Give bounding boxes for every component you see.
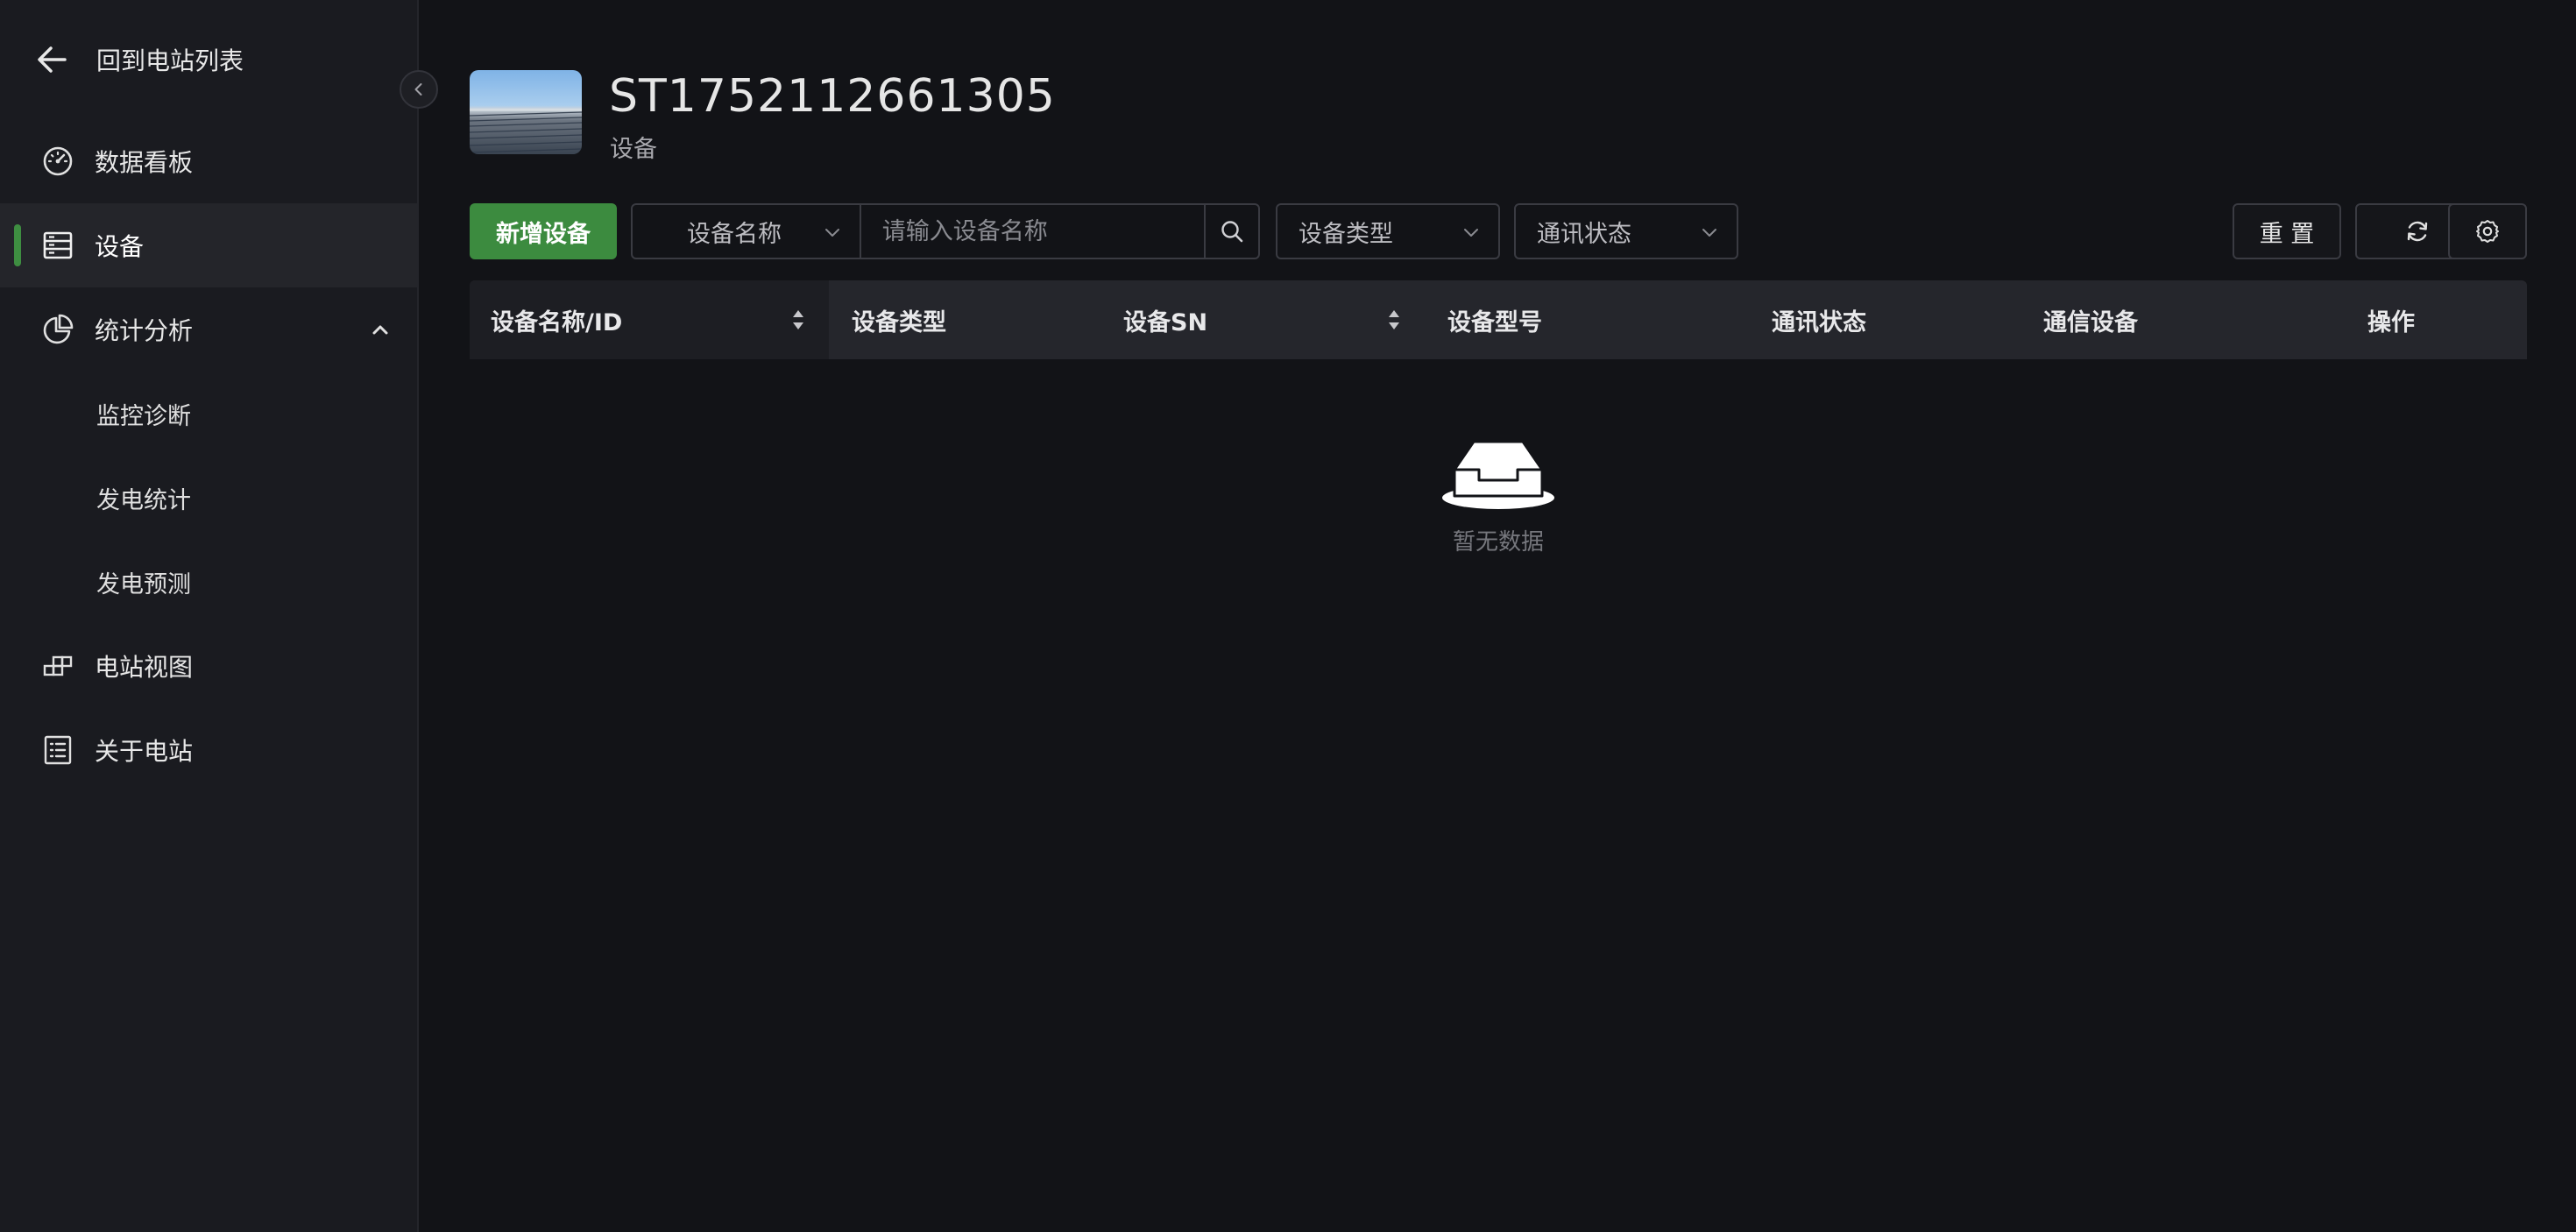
device-type-select-value: 设备类型 (1299, 220, 1393, 248)
sidebar-collapse-button[interactable] (400, 70, 438, 109)
search-button[interactable] (1204, 205, 1258, 258)
empty-inbox-icon (1442, 440, 1554, 509)
comm-status-select[interactable]: 通讯状态 (1514, 203, 1738, 259)
refresh-icon (2407, 221, 2428, 242)
chevron-down-icon (1702, 229, 1716, 237)
dashboard-icon (43, 146, 73, 176)
sort-icon[interactable] (1386, 308, 1402, 332)
column-header-name-id[interactable]: 设备名称/ID (491, 280, 622, 359)
chevron-up-icon[interactable] (368, 317, 393, 342)
device-type-select[interactable]: 设备类型 (1276, 203, 1500, 259)
comm-status-select-value: 通讯状态 (1537, 220, 1631, 248)
sidebar: 回到电站列表 数据看板 设备 统计分析 监控诊断 发电统计 发电预测 电站视图 … (0, 0, 419, 1232)
station-view-icon (43, 655, 73, 676)
column-header-actions: 操作 (2367, 308, 2415, 336)
sidebar-item-statistics[interactable]: 统计分析 (0, 287, 417, 372)
sidebar-subitem-monitoring[interactable]: 监控诊断 (0, 372, 417, 456)
chevron-down-icon (1464, 229, 1478, 237)
column-header-comm-status: 通讯状态 (1772, 308, 1866, 336)
sidebar-subitem-generation-forecast[interactable]: 发电预测 (0, 540, 417, 624)
device-name-search-input[interactable] (860, 205, 1205, 258)
back-label: 回到电站列表 (96, 46, 244, 75)
sidebar-subitem-label: 发电预测 (96, 570, 191, 598)
column-header-device-type: 设备类型 (852, 308, 946, 336)
sidebar-item-about-station[interactable]: 关于电站 (0, 708, 417, 792)
pie-chart-icon (43, 314, 74, 344)
reset-button[interactable]: 重 置 (2233, 203, 2341, 259)
arrow-left-icon (38, 46, 67, 73)
device-search-group: 设备名称 (631, 203, 1260, 259)
chevron-down-icon (824, 229, 839, 237)
back-to-station-list[interactable]: 回到电站列表 (35, 35, 244, 84)
search-field-select-value: 设备名称 (687, 220, 782, 248)
sidebar-subitem-label: 监控诊断 (96, 402, 191, 430)
search-field-select[interactable]: 设备名称 (633, 205, 861, 258)
about-list-icon (44, 735, 72, 765)
sidebar-item-label: 关于电站 (95, 737, 194, 766)
column-header-comm-device: 通信设备 (2043, 308, 2138, 336)
sidebar-item-label: 电站视图 (95, 653, 194, 682)
page-title: ST1752112661305 (609, 70, 1056, 123)
sidebar-subitem-label: 发电统计 (96, 486, 191, 514)
search-icon (1221, 221, 1243, 243)
add-device-button[interactable]: 新增设备 (470, 203, 617, 259)
sidebar-item-station-view[interactable]: 电站视图 (0, 624, 417, 708)
column-settings-button[interactable] (2448, 203, 2527, 259)
device-list-icon (43, 231, 73, 259)
sidebar-item-dashboard[interactable]: 数据看板 (0, 119, 417, 203)
sidebar-subitem-generation-stats[interactable]: 发电统计 (0, 456, 417, 540)
column-header-device-sn[interactable]: 设备SN (1123, 280, 1207, 359)
chevron-left-icon (414, 83, 422, 96)
sort-icon[interactable] (790, 308, 806, 332)
page-subtitle: 设备 (610, 136, 657, 163)
app-root: 回到电站列表 数据看板 设备 统计分析 监控诊断 发电统计 发电预测 电站视图 … (0, 0, 2576, 1232)
sidebar-item-devices[interactable]: 设备 (0, 203, 417, 287)
solar-farm-image (470, 109, 582, 153)
column-header-device-model: 设备型号 (1447, 308, 1542, 336)
station-thumbnail (470, 70, 582, 154)
device-table-header: 设备名称/ID 设备类型 设备SN 设备型号 通讯状态 通信设备 操作 (470, 280, 2527, 359)
sidebar-item-label: 设备 (95, 232, 145, 261)
gear-icon (2476, 220, 2499, 243)
sidebar-item-label: 数据看板 (95, 148, 194, 177)
sidebar-item-label: 统计分析 (95, 316, 194, 345)
empty-state-text: 暂无数据 (1452, 529, 1544, 556)
